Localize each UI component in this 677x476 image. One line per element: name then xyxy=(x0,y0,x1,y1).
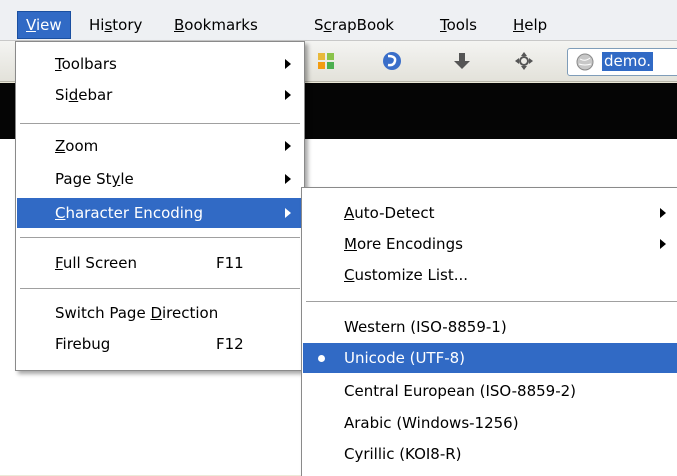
menu-separator xyxy=(20,288,300,289)
submenu-arrow-icon xyxy=(285,90,291,100)
shortcut-label: F11 xyxy=(216,254,244,272)
submenu-arrow-icon xyxy=(285,174,291,184)
submenu-arrow-icon xyxy=(285,141,291,151)
encoding-item-more-encodings[interactable]: More Encodings xyxy=(303,229,677,259)
url-text: demo. xyxy=(602,52,654,71)
scrapbook-icon[interactable] xyxy=(380,49,404,73)
menu-tools[interactable]: Tools xyxy=(432,12,485,38)
shortcut-label: F12 xyxy=(216,335,244,353)
globe-icon xyxy=(576,53,594,75)
checked-bullet-icon xyxy=(318,355,325,362)
menu-separator xyxy=(20,123,300,124)
submenu-arrow-icon xyxy=(660,208,666,218)
view-menu-item-switch-page-direction[interactable]: Switch Page Direction xyxy=(17,298,303,328)
encoding-item-unicode[interactable]: Unicode (UTF-8) xyxy=(303,343,677,373)
menu-separator xyxy=(20,237,300,238)
download-icon[interactable] xyxy=(450,49,474,73)
encoding-item-central-european[interactable]: Central European (ISO-8859-2) xyxy=(303,376,677,406)
view-menu-item-firebug[interactable]: Firebug F12 xyxy=(17,329,303,359)
menu-bookmarks[interactable]: Bookmarks xyxy=(166,12,266,38)
menu-separator xyxy=(306,301,677,302)
grid-icon[interactable] xyxy=(314,49,338,73)
encoding-item-auto-detect[interactable]: Auto-Detect xyxy=(303,198,677,228)
view-menu-item-toolbars[interactable]: Toolbars xyxy=(17,49,303,79)
menu-view[interactable]: View xyxy=(17,11,71,39)
submenu-arrow-icon xyxy=(285,208,291,218)
character-encoding-submenu: Auto-Detect More Encodings Customize Lis… xyxy=(301,187,677,476)
encoding-item-customize-list[interactable]: Customize List... xyxy=(303,260,677,290)
view-menu-item-character-encoding[interactable]: Character Encoding xyxy=(17,198,303,228)
move-icon[interactable] xyxy=(512,49,536,73)
menu-scrapbook[interactable]: ScrapBook xyxy=(306,12,402,38)
encoding-item-western[interactable]: Western (ISO-8859-1) xyxy=(303,312,677,342)
menu-bar: View History Bookmarks ScrapBook Tools H… xyxy=(0,0,677,41)
url-bar[interactable]: demo. xyxy=(567,48,677,76)
view-menu-item-page-style[interactable]: Page Style xyxy=(17,164,303,194)
view-menu: Toolbars Sidebar Zoom Page Style Charact… xyxy=(15,41,305,371)
encoding-item-arabic[interactable]: Arabic (Windows-1256) xyxy=(303,408,677,438)
view-menu-item-full-screen[interactable]: Full Screen F11 xyxy=(17,248,303,278)
submenu-arrow-icon xyxy=(660,239,666,249)
submenu-arrow-icon xyxy=(285,59,291,69)
menu-help[interactable]: Help xyxy=(505,12,555,38)
view-menu-item-sidebar[interactable]: Sidebar xyxy=(17,80,303,110)
menu-history[interactable]: History xyxy=(81,12,150,38)
view-menu-item-zoom[interactable]: Zoom xyxy=(17,131,303,161)
encoding-item-cyrillic[interactable]: Cyrillic (KOI8-R) xyxy=(303,439,677,469)
